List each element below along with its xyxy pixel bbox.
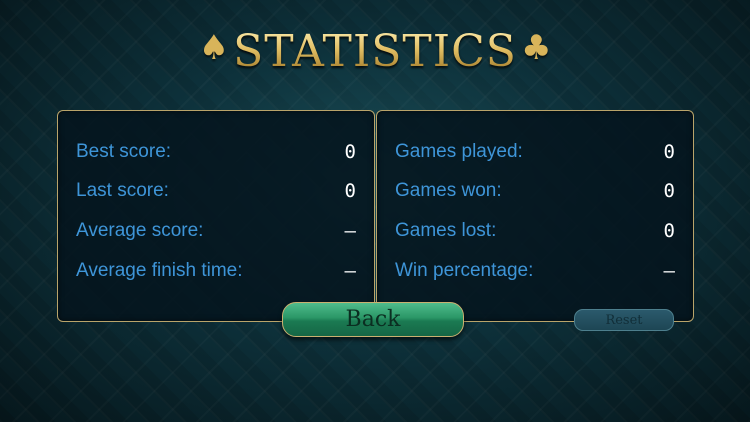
stat-label: Games won: <box>395 180 502 201</box>
back-button[interactable]: Back <box>282 302 464 337</box>
stat-label: Games played: <box>395 141 523 162</box>
spade-icon: ♠ <box>198 28 230 68</box>
score-stats-panel: Best score: 0 Last score: 0 Average scor… <box>57 110 375 322</box>
stat-row-games-lost: Games lost: 0 <box>395 218 675 244</box>
stat-label: Last score: <box>76 180 169 201</box>
stat-value: 0 <box>663 180 675 202</box>
stat-row-best-score: Best score: 0 <box>76 139 356 165</box>
stat-row-win-percentage: Win percentage: – <box>395 258 675 284</box>
page-title: STATISTICS <box>233 26 517 77</box>
club-icon: ♣ <box>520 28 552 68</box>
stat-value: – <box>344 260 356 282</box>
stat-value: – <box>663 260 675 282</box>
stat-row-average-finish-time: Average finish time: – <box>76 258 356 284</box>
stat-value: 0 <box>663 141 675 163</box>
stat-value: 0 <box>344 180 356 202</box>
stat-label: Win percentage: <box>395 260 534 281</box>
stat-row-games-won: Games won: 0 <box>395 178 675 204</box>
games-stats-panel: Games played: 0 Games won: 0 Games lost:… <box>376 110 694 322</box>
stat-row-average-score: Average score: – <box>76 218 356 244</box>
stat-row-last-score: Last score: 0 <box>76 178 356 204</box>
title-bar: ♠ STATISTICS ♣ <box>0 22 750 82</box>
stat-value: – <box>344 220 356 242</box>
stat-value: 0 <box>344 141 356 163</box>
stat-label: Games lost: <box>395 220 497 241</box>
stat-label: Average finish time: <box>76 260 243 281</box>
stat-label: Best score: <box>76 141 172 162</box>
stat-value: 0 <box>663 220 675 242</box>
stat-row-games-played: Games played: 0 <box>395 139 675 165</box>
reset-button[interactable]: Reset <box>574 309 674 331</box>
stat-label: Average score: <box>76 220 204 241</box>
